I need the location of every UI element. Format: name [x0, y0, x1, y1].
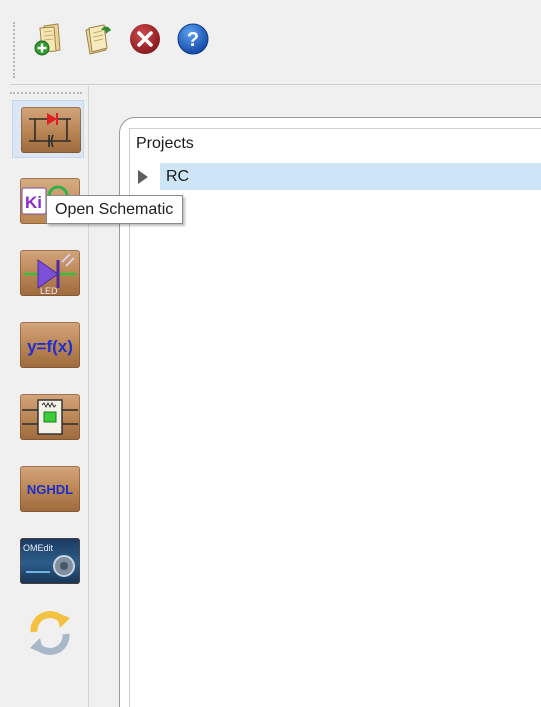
close-project-icon	[130, 24, 160, 54]
new-project-button[interactable]	[32, 22, 66, 56]
svg-text:NGHDL: NGHDL	[27, 482, 73, 497]
function-icon: y=f(x)	[20, 322, 80, 368]
toolbar-grip[interactable]	[13, 22, 18, 78]
selection-highlight	[160, 163, 541, 190]
refresh-button[interactable]	[12, 604, 84, 662]
svg-text:?: ?	[187, 29, 199, 51]
left-toolbar: Ki LED y=f(x) NGHDL OMEdit	[8, 86, 89, 707]
close-project-button[interactable]	[128, 22, 162, 56]
panel-divider	[88, 86, 89, 707]
open-project-button[interactable]	[80, 22, 114, 56]
led-model-button[interactable]: LED	[12, 244, 84, 302]
nghdl-button[interactable]: NGHDL	[12, 460, 84, 518]
main-toolbar: ?	[10, 10, 541, 84]
app-window: ? Ki LED y=f(x) NGHDL OMEdit Projects RC…	[0, 0, 541, 707]
svg-text:y=f(x): y=f(x)	[27, 337, 73, 356]
open-project-icon	[85, 24, 111, 55]
svg-text:Ki: Ki	[25, 193, 42, 212]
function-button[interactable]: y=f(x)	[12, 316, 84, 374]
led-model-icon: LED	[20, 250, 80, 296]
projects-header: Projects	[136, 135, 194, 152]
open-schematic-button[interactable]	[12, 100, 84, 158]
svg-text:OMEdit: OMEdit	[23, 543, 54, 553]
toolbar-separator	[10, 84, 541, 85]
nghdl-icon: NGHDL	[20, 466, 80, 512]
subcircuit-button[interactable]	[12, 388, 84, 446]
svg-text:LED: LED	[40, 286, 58, 296]
new-project-icon	[34, 23, 61, 56]
tooltip: Open Schematic	[46, 195, 184, 224]
help-icon: ?	[177, 23, 209, 55]
project-tree-frame	[129, 128, 541, 707]
omedit-button[interactable]: OMEdit	[12, 532, 84, 590]
refresh-icon	[30, 611, 70, 655]
omedit-icon: OMEdit	[20, 538, 80, 584]
expand-arrow-icon[interactable]	[138, 170, 148, 184]
project-tree-item[interactable]: RC	[130, 163, 541, 190]
help-button[interactable]: ?	[176, 22, 210, 56]
project-item-label: RC	[166, 168, 190, 185]
subcircuit-icon	[20, 394, 80, 440]
left-toolbar-grip[interactable]	[10, 92, 82, 96]
open-schematic-icon	[21, 107, 81, 153]
